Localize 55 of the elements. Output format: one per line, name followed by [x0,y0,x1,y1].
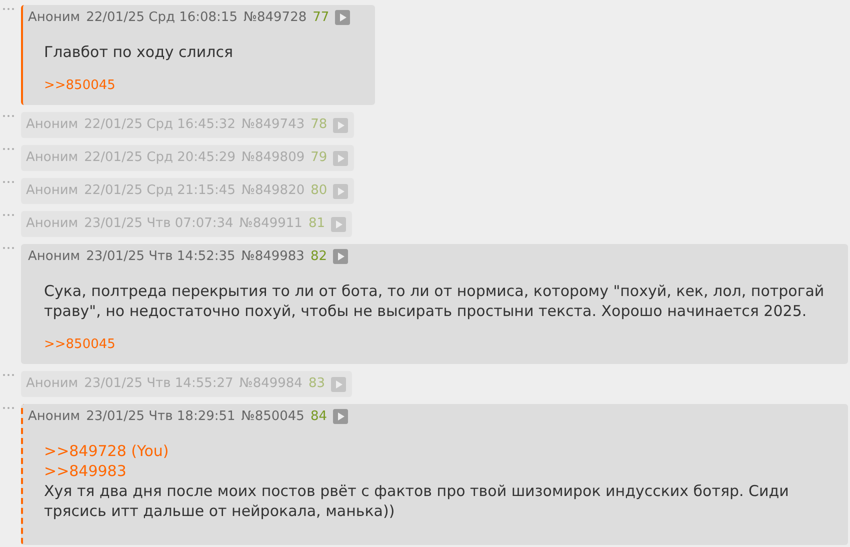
poster-name: Аноним [28,9,80,27]
play-icon [336,252,344,262]
play-button[interactable] [333,118,348,132]
play-icon [334,220,342,228]
post-number-link[interactable]: №850045 [241,407,304,426]
backlink[interactable]: >>850045 [44,334,116,354]
play-icon [336,154,345,162]
backlink[interactable]: >>850045 [44,76,116,95]
play-button[interactable] [335,10,350,26]
post-number-link[interactable]: №849728 [243,8,307,28]
play-icon [334,380,342,388]
post-text: Главбот по ходу слился [44,42,234,62]
reply-link[interactable]: >>849728 (You) [44,440,836,460]
play-button[interactable] [333,184,348,198]
poster-name: Аноним [26,116,78,134]
poster-name: Аноним [28,408,80,426]
poster-name: Аноним [26,215,78,234]
poster-name: Аноним [26,149,78,168]
post-date: 23/01/25 Чтв 07:07:34 [84,215,234,234]
post-index: 77 [312,9,330,27]
play-icon [336,186,345,196]
post-index: 81 [308,215,325,234]
post-date: 22/01/25 Срд 21:15:45 [84,182,236,200]
post-date: 23/01/25 Чтв 14:52:35 [86,248,236,266]
play-button[interactable] [331,376,346,392]
post-number-link[interactable]: №849809 [241,148,305,168]
play-button[interactable] [333,409,348,424]
play-button[interactable] [331,216,346,232]
post-number-link[interactable]: №849983 [241,247,304,266]
post-index: 84 [310,408,327,426]
post-date: 22/01/25 Срд 16:45:32 [84,116,236,134]
play-button[interactable] [333,249,348,264]
reply-link[interactable]: >>849983 [44,460,836,480]
poster-name: Аноним [26,375,78,394]
post-text: Сука, полтреда перекрытия то ли от бота, то ли от нормиса, которому "похуй, кек, лол, потрогай траву", но недостаточно похуй, чтобы не высирать простыни текста. Хорошо начинается 2025. [44,280,826,320]
post-index: 80 [310,182,328,200]
play-icon [338,13,347,22]
post-number-link[interactable]: №849911 [239,214,302,234]
play-icon [336,120,345,130]
post-date: 22/01/25 Срд 20:45:29 [84,149,236,168]
post-date: 23/01/25 Чтв 14:55:27 [84,375,234,394]
post-index: 82 [310,248,327,266]
poster-name: Аноним [26,182,78,200]
post-number-link[interactable]: №849984 [239,374,302,394]
post-number-link[interactable]: №849820 [241,181,305,201]
post-number-link[interactable]: №849743 [241,115,305,135]
play-button[interactable] [333,150,348,166]
play-icon [336,412,344,422]
post-date: 23/01/25 Чтв 18:29:51 [86,408,236,426]
post-text: Хуя тя два дня после моих постов рвёт с фактов про твой шизомирок индусских ботяр. Сиди трясись итт дальше от нейрокала, манька)) [44,480,790,520]
post-index: 78 [310,116,328,134]
poster-name: Аноним [28,248,80,266]
post-date: 22/01/25 Срд 16:08:15 [86,9,238,27]
post-index: 83 [308,375,325,394]
post-index: 79 [310,149,328,168]
